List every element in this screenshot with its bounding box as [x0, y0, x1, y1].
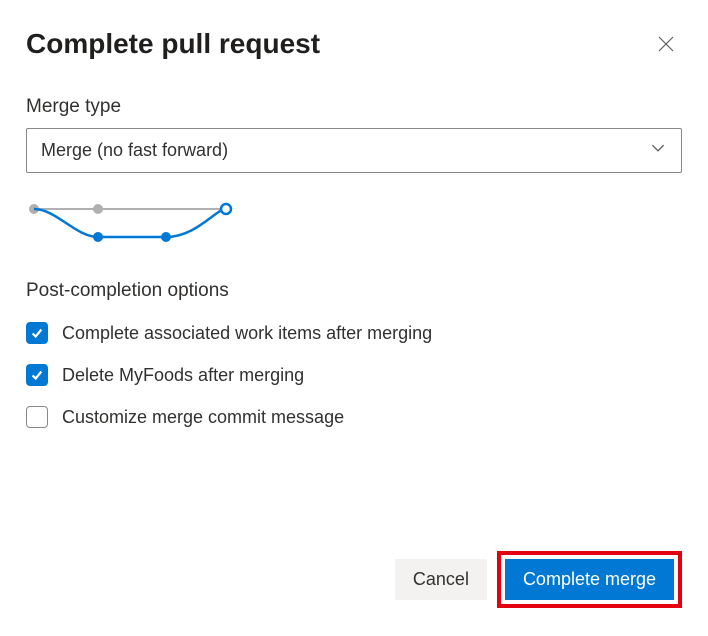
checkbox-complete-work-items[interactable]: Complete associated work items after mer…: [26, 322, 682, 344]
checkbox-label: Delete MyFoods after merging: [62, 365, 304, 386]
complete-merge-button[interactable]: Complete merge: [505, 559, 674, 600]
cancel-button[interactable]: Cancel: [395, 559, 487, 600]
close-icon: [658, 36, 674, 52]
merge-type-label: Merge type: [26, 96, 682, 118]
merge-diagram: [26, 197, 682, 252]
checkbox-delete-branch[interactable]: Delete MyFoods after merging: [26, 364, 682, 386]
checkbox-label: Complete associated work items after mer…: [62, 323, 432, 344]
checkbox-customize-message[interactable]: Customize merge commit message: [26, 406, 682, 428]
checkbox-input[interactable]: [26, 406, 48, 428]
merge-type-select[interactable]: Merge (no fast forward): [26, 128, 682, 173]
merge-type-value: Merge (no fast forward): [41, 140, 228, 161]
dialog-title: Complete pull request: [26, 28, 320, 60]
check-icon: [30, 368, 44, 382]
checkbox-label: Customize merge commit message: [62, 407, 344, 428]
chevron-down-icon: [649, 139, 667, 162]
checkbox-input[interactable]: [26, 322, 48, 344]
close-button[interactable]: [650, 28, 682, 60]
checkbox-input[interactable]: [26, 364, 48, 386]
post-completion-label: Post-completion options: [26, 280, 682, 302]
complete-merge-highlight: Complete merge: [497, 551, 682, 608]
check-icon: [30, 326, 44, 340]
